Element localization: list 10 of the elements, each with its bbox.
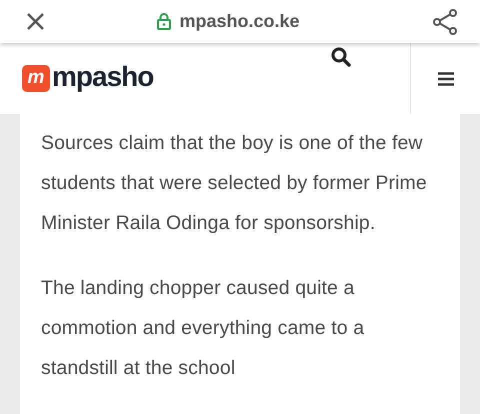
logo-badge[interactable]: m: [22, 65, 50, 92]
menu-icon[interactable]: [438, 72, 454, 86]
url-text[interactable]: mpasho.co.ke: [179, 8, 300, 35]
lock-icon: [157, 13, 172, 30]
logo-text[interactable]: mpasho: [52, 56, 154, 98]
article-paragraph: Sources claim that the boy is one of the few students that were selected by former Prime Minister Raila Odinga for sponsorship.: [41, 131, 428, 236]
close-icon[interactable]: [27, 13, 44, 30]
share-icon[interactable]: [433, 8, 457, 34]
article-paragraph: The landing chopper caused quite a commotion and everything came to a standstill at the school: [41, 276, 366, 381]
search-icon[interactable]: [331, 47, 352, 67]
